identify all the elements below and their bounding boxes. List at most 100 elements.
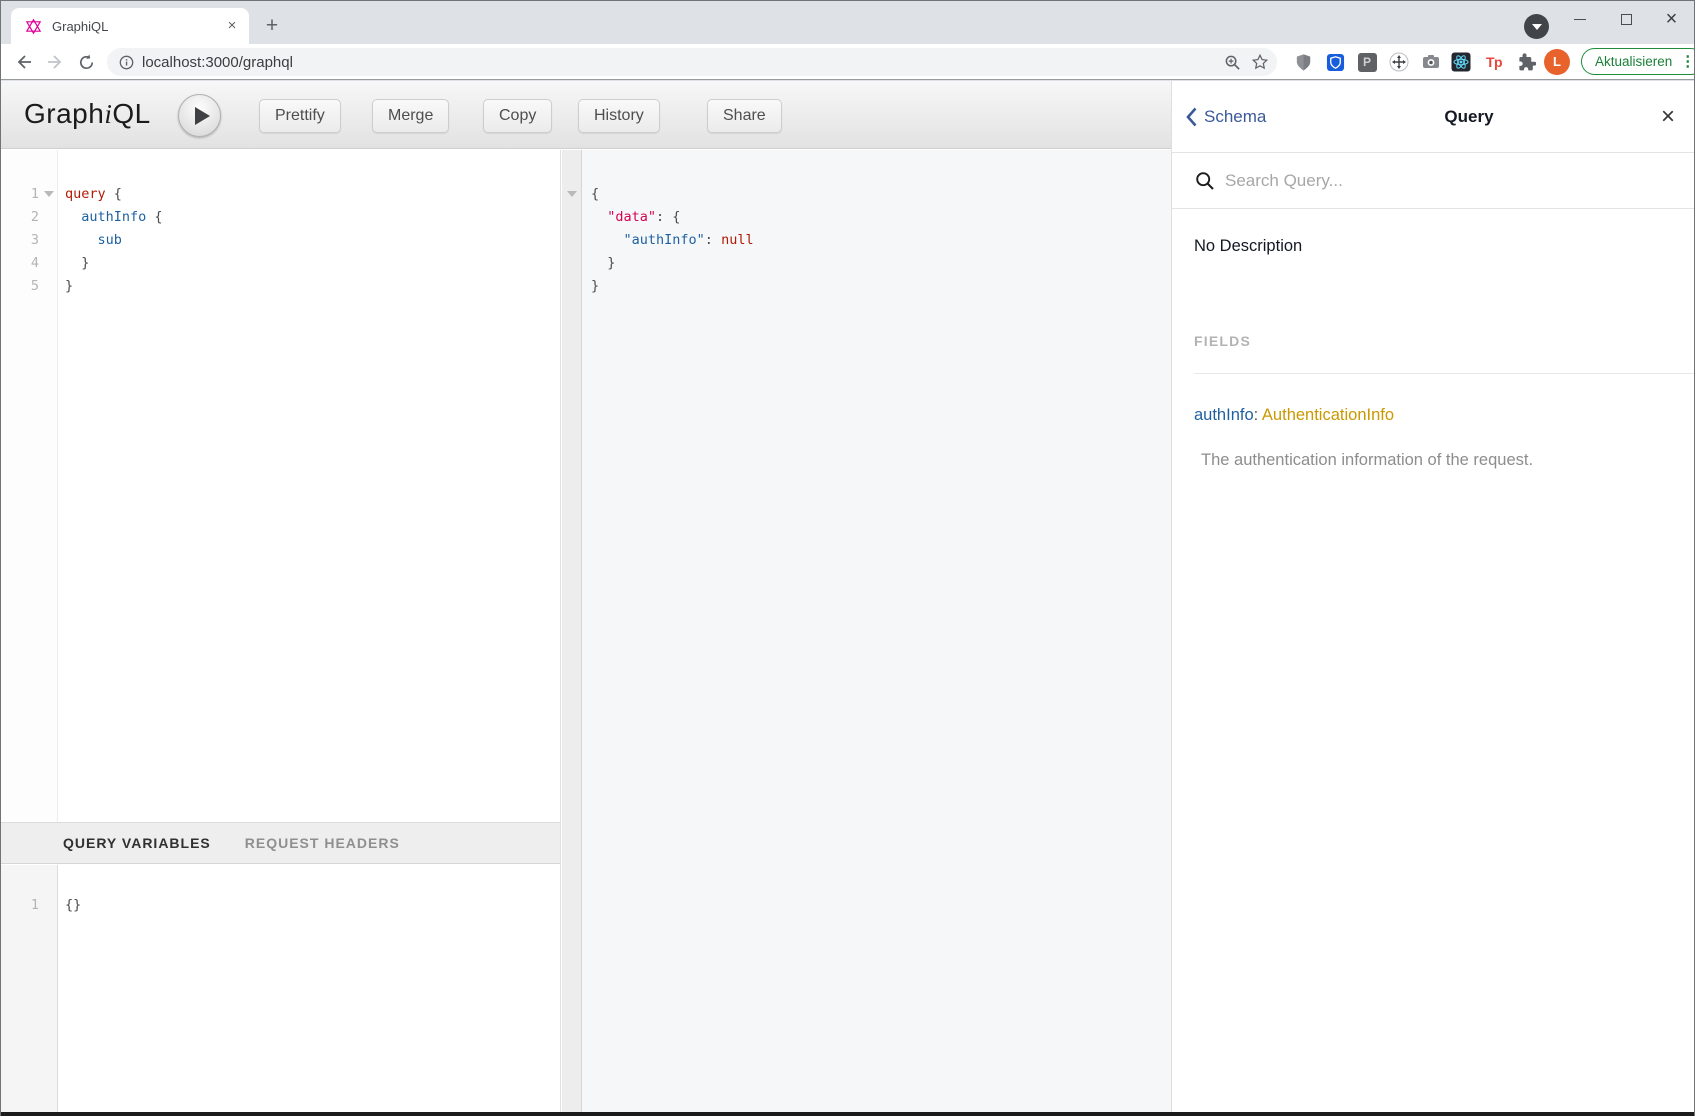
code-line: }: [65, 275, 560, 298]
tab-strip: GraphiQL × + ×: [1, 1, 1694, 44]
graphiql-topbar: GraphiQL Prettify Merge Copy History Sha…: [1, 81, 1171, 149]
docs-search-bar: [1172, 153, 1694, 209]
share-button[interactable]: Share: [707, 99, 782, 133]
extension-tp-icon[interactable]: Tp: [1480, 44, 1508, 80]
caret-down-icon: [1532, 24, 1542, 30]
docs-field-description: The authentication information of the re…: [1201, 451, 1533, 470]
extensions-puzzle-icon[interactable]: [1512, 44, 1540, 80]
docs-body: No Description FIELDS authInfo: Authenti…: [1172, 210, 1694, 1113]
bookmark-star-icon[interactable]: [1251, 53, 1269, 71]
window-minimize-button[interactable]: [1557, 1, 1602, 37]
extension-bitwarden-icon[interactable]: [1321, 44, 1349, 80]
docs-back-link[interactable]: Schema: [1186, 107, 1296, 127]
logo-text: Graph: [24, 98, 104, 129]
browser-window: GraphiQL × + ×: [0, 0, 1695, 1116]
field-name-link[interactable]: authInfo: [1194, 406, 1254, 424]
variables-editor-code[interactable]: {}: [59, 865, 560, 1113]
address-bar[interactable]: localhost:3000/graphql: [107, 48, 1277, 76]
extension-camera-icon[interactable]: [1417, 44, 1445, 80]
line-number: 2: [1, 206, 39, 229]
search-icon: [1195, 171, 1215, 191]
query-editor-gutter: 12345: [1, 150, 58, 822]
query-editor[interactable]: 12345 query { authInfo { sub }}: [1, 150, 560, 822]
tab-request-headers[interactable]: REQUEST HEADERS: [245, 835, 400, 851]
kebab-menu-icon[interactable]: ⋮: [1680, 54, 1695, 69]
execute-query-button[interactable]: [178, 94, 221, 137]
code-line: "data": {: [591, 206, 1171, 229]
code-token: query: [65, 186, 106, 202]
maximize-icon: [1621, 14, 1632, 25]
extension-move-icon[interactable]: [1385, 44, 1413, 80]
result-viewer-code: { "data": { "authInfo": null }}: [583, 150, 1171, 1113]
docs-back-label: Schema: [1204, 107, 1266, 127]
docs-category-title: FIELDS: [1194, 333, 1251, 349]
line-number: 1: [1, 183, 39, 206]
code-token: [65, 232, 98, 248]
code-line: }: [591, 275, 1171, 298]
update-browser-button[interactable]: Aktualisieren ⋮: [1581, 48, 1695, 75]
fold-caret-icon[interactable]: [44, 191, 54, 197]
forward-button[interactable]: [40, 44, 70, 80]
code-token: {}: [65, 897, 81, 913]
variables-editor-gutter: 1: [1, 865, 58, 1113]
code-line: "authInfo": null: [591, 229, 1171, 252]
docs-search-input[interactable]: [1225, 171, 1605, 191]
line-number: 3: [1, 229, 39, 252]
graphiql-app: GraphiQL Prettify Merge Copy History Sha…: [1, 81, 1694, 1113]
variables-editor[interactable]: 1 {}: [1, 865, 560, 1113]
code-line: sub: [65, 229, 560, 252]
extension-ublock-icon[interactable]: [1289, 44, 1317, 80]
docs-title: Query: [1296, 107, 1642, 127]
graphql-favicon-icon: [25, 18, 42, 35]
code-token: }: [65, 278, 73, 294]
docs-panel: Schema Query × No Description FIELDS aut…: [1171, 81, 1694, 1113]
code-token: [65, 209, 81, 225]
browser-toolbar: localhost:3000/graphql: [1, 44, 1694, 80]
variables-titlebar: QUERY VARIABLES REQUEST HEADERS: [1, 822, 560, 864]
merge-button[interactable]: Merge: [372, 99, 449, 133]
docs-no-description: No Description: [1194, 237, 1302, 256]
profile-avatar[interactable]: L: [1544, 49, 1570, 75]
browser-tab[interactable]: GraphiQL ×: [11, 8, 249, 44]
window-close-button[interactable]: ×: [1649, 1, 1694, 37]
new-tab-button[interactable]: +: [259, 13, 285, 39]
line-number: 4: [1, 252, 39, 275]
code-token: }: [591, 278, 599, 294]
reload-button[interactable]: [71, 44, 101, 80]
tab-close-icon[interactable]: ×: [223, 17, 241, 35]
divider: [1194, 373, 1694, 374]
tab-title: GraphiQL: [52, 19, 223, 34]
code-token: {: [106, 186, 122, 202]
history-button[interactable]: History: [578, 99, 660, 133]
code-line: query {: [65, 183, 560, 206]
page-info-icon[interactable]: [119, 55, 134, 70]
query-editor-code[interactable]: query { authInfo { sub }}: [59, 150, 560, 822]
forward-arrow-icon: [45, 52, 65, 72]
code-line: {}: [65, 894, 560, 917]
play-icon: [195, 107, 210, 125]
window-maximize-button[interactable]: [1604, 1, 1649, 37]
code-token: [591, 209, 607, 225]
back-button[interactable]: [9, 44, 39, 80]
code-token: }: [65, 255, 89, 271]
fold-caret-icon[interactable]: [567, 191, 577, 197]
extension-p-icon[interactable]: P: [1353, 44, 1381, 80]
back-arrow-icon: [14, 52, 34, 72]
prettify-button[interactable]: Prettify: [259, 99, 341, 133]
tab-query-variables[interactable]: QUERY VARIABLES: [63, 835, 211, 851]
taskbar-edge: [1, 1112, 1694, 1116]
code-token: "data": [607, 209, 656, 225]
graphiql-logo: GraphiQL: [24, 98, 151, 130]
close-icon: ×: [1666, 9, 1678, 29]
code-token: }: [591, 255, 615, 271]
copy-button[interactable]: Copy: [483, 99, 552, 133]
chevron-left-icon: [1186, 107, 1197, 127]
extension-react-devtools-icon[interactable]: [1447, 44, 1475, 80]
reload-icon: [77, 53, 96, 72]
line-number: 1: [1, 894, 39, 917]
zoom-page-icon[interactable]: [1224, 54, 1241, 71]
download-status-icon[interactable]: [1524, 14, 1549, 39]
docs-close-button[interactable]: ×: [1642, 103, 1694, 131]
code-token: {: [591, 186, 599, 202]
type-name-link[interactable]: AuthenticationInfo: [1262, 406, 1394, 424]
